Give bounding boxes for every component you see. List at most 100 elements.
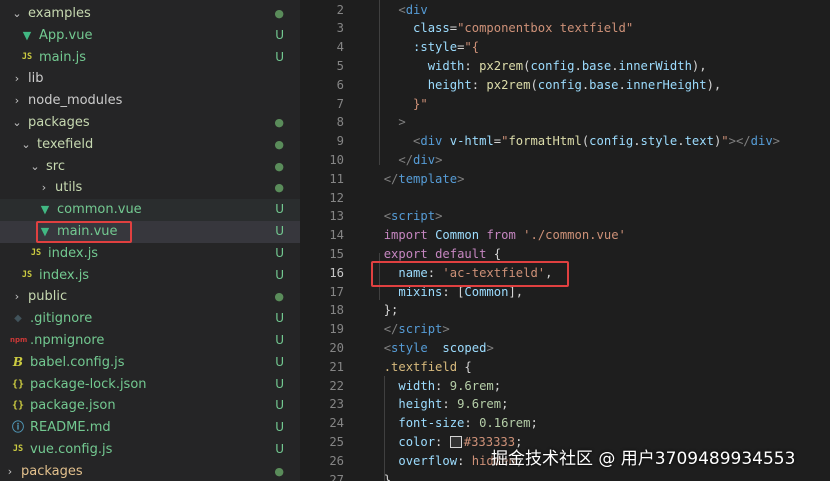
- code-line[interactable]: 24 font-size: 0.16rem;: [300, 414, 830, 433]
- tree-item[interactable]: npm .npmignore U: [0, 330, 300, 352]
- code-line[interactable]: 2 <div: [300, 1, 830, 20]
- tree-item[interactable]: ▼ App.vue U: [0, 25, 300, 47]
- code-line[interactable]: 10 </div>: [300, 151, 830, 170]
- git-icon: ◆: [14, 313, 22, 325]
- tree-item-label: babel.config.js: [30, 354, 125, 370]
- tree-item-label: lib: [28, 71, 44, 87]
- tree-item[interactable]: › lib: [0, 68, 300, 90]
- tree-item-label: index.js: [48, 245, 99, 261]
- line-number: 27: [329, 472, 344, 481]
- tree-item[interactable]: JS main.js U: [0, 47, 300, 69]
- npm-icon: npm: [10, 336, 28, 344]
- js-file-icon: JS: [21, 51, 33, 62]
- code-line[interactable]: 7 }": [300, 95, 830, 114]
- code-line[interactable]: 13 <script>: [300, 207, 830, 226]
- git-status-badge: U: [275, 376, 284, 391]
- tree-item[interactable]: {} package-lock.json U: [0, 374, 300, 396]
- tree-item[interactable]: ⌄ texefield ●: [0, 134, 300, 156]
- line-number: 11: [329, 171, 344, 186]
- code-editor[interactable]: 2 <div 3 class="componentbox textfield" 4 …: [300, 0, 830, 481]
- code-line[interactable]: 27 }: [300, 471, 830, 481]
- line-number: 6: [336, 77, 344, 92]
- line-number: 13: [329, 209, 344, 224]
- tree-item[interactable]: ◆ .gitignore U: [0, 308, 300, 330]
- git-status-badge: U: [275, 224, 284, 238]
- chevron-right-icon[interactable]: ›: [10, 90, 24, 112]
- code-text: height: 9.6rem;: [398, 397, 509, 412]
- tree-item-label: package-lock.json: [30, 376, 147, 392]
- code-text: >: [398, 115, 406, 130]
- chevron-down-icon[interactable]: ⌄: [10, 112, 24, 134]
- chevron-right-icon[interactable]: ›: [3, 461, 17, 481]
- tree-item[interactable]: JS index.js U: [0, 243, 300, 265]
- git-status-badge: U: [275, 245, 284, 260]
- code-line[interactable]: 9 <div v-html="formatHtml(config.style.t…: [300, 132, 830, 151]
- tree-item[interactable]: {} package.json U: [0, 395, 300, 417]
- git-status-badge: ●: [274, 159, 284, 173]
- tree-item[interactable]: JS index.js U: [0, 265, 300, 287]
- tree-item[interactable]: › node_modules: [0, 90, 300, 112]
- tree-item-label: README.md: [30, 420, 111, 436]
- tree-item[interactable]: › packages ●: [0, 461, 300, 481]
- tree-item[interactable]: JS vue.config.js U: [0, 439, 300, 461]
- chevron-down-icon[interactable]: ⌄: [28, 156, 42, 178]
- line-number: 23: [329, 397, 344, 412]
- code-line[interactable]: 11 </template>: [300, 170, 830, 189]
- code-text: class="componentbox textfield": [413, 21, 634, 36]
- tree-item[interactable]: ⓘ README.md U: [0, 417, 300, 439]
- code-text: <div v-html="formatHtml(config.style.tex…: [413, 134, 780, 149]
- line-number: 26: [329, 453, 344, 468]
- tree-item[interactable]: Bbabel.config.js U: [0, 352, 300, 374]
- tree-item[interactable]: ⌄ examples ●: [0, 3, 300, 25]
- code-text: import Common from './common.vue': [383, 228, 626, 243]
- tree-item[interactable]: ⌄ packages ●: [0, 112, 300, 134]
- chevron-down-icon[interactable]: ⌄: [19, 134, 33, 156]
- vue-icon: ▼: [40, 203, 50, 217]
- git-status-badge: ●: [274, 137, 284, 151]
- line-number: 4: [336, 40, 344, 55]
- code-line[interactable]: 12: [300, 189, 830, 208]
- code-line[interactable]: 5 width: px2rem(config.base.innerWidth),: [300, 57, 830, 76]
- code-text: width: 9.6rem;: [398, 378, 502, 393]
- code-line[interactable]: 21 .textfield {: [300, 358, 830, 377]
- line-number: 19: [329, 322, 344, 337]
- chevron-right-icon[interactable]: ›: [10, 68, 24, 90]
- line-number: 15: [329, 246, 344, 261]
- code-text: :style="{: [413, 40, 480, 55]
- code-line[interactable]: 18 };: [300, 301, 830, 320]
- chevron-right-icon[interactable]: ›: [37, 177, 51, 199]
- chevron-right-icon[interactable]: ›: [10, 286, 24, 308]
- git-status-badge: ●: [274, 116, 284, 129]
- git-status-badge: U: [275, 202, 284, 217]
- json-icon: {}: [11, 378, 25, 390]
- tree-item-label: texefield: [37, 136, 94, 152]
- tree-item[interactable]: › utils ●: [0, 177, 300, 199]
- tree-item-label: index.js: [39, 267, 90, 283]
- chevron-down-icon[interactable]: ⌄: [10, 3, 24, 25]
- git-status-badge: U: [275, 442, 284, 456]
- tree-item[interactable]: › public ●: [0, 286, 300, 308]
- code-line[interactable]: 14 import Common from './common.vue': [300, 226, 830, 245]
- tree-item-label: packages: [28, 115, 90, 130]
- tree-item-label: public: [28, 289, 68, 305]
- code-line[interactable]: 6 height: px2rem(config.base.innerHeight…: [300, 76, 830, 95]
- git-status-badge: ●: [274, 181, 284, 195]
- tree-item-label: main.js: [39, 49, 86, 65]
- code-line[interactable]: 8 >: [300, 113, 830, 132]
- code-line[interactable]: 20 <style scoped>: [300, 339, 830, 358]
- code-line[interactable]: 3 class="componentbox textfield": [300, 19, 830, 38]
- code-line[interactable]: 19 </script>: [300, 320, 830, 339]
- line-number: 17: [329, 284, 344, 299]
- tree-item-label: vue.config.js: [30, 442, 113, 457]
- code-line[interactable]: 23 height: 9.6rem;: [300, 395, 830, 414]
- line-number: 16: [329, 265, 344, 280]
- tree-item[interactable]: ⌄ src ●: [0, 156, 300, 178]
- tree-item[interactable]: ▼ common.vue U: [0, 199, 300, 221]
- code-line[interactable]: 4 :style="{: [300, 38, 830, 57]
- color-swatch[interactable]: [449, 436, 462, 449]
- code-line[interactable]: 22 width: 9.6rem;: [300, 377, 830, 396]
- info-icon: ⓘ: [11, 420, 24, 435]
- git-status-badge: U: [275, 354, 284, 369]
- git-status-badge: U: [275, 420, 284, 435]
- code-text: .textfield {: [383, 359, 472, 374]
